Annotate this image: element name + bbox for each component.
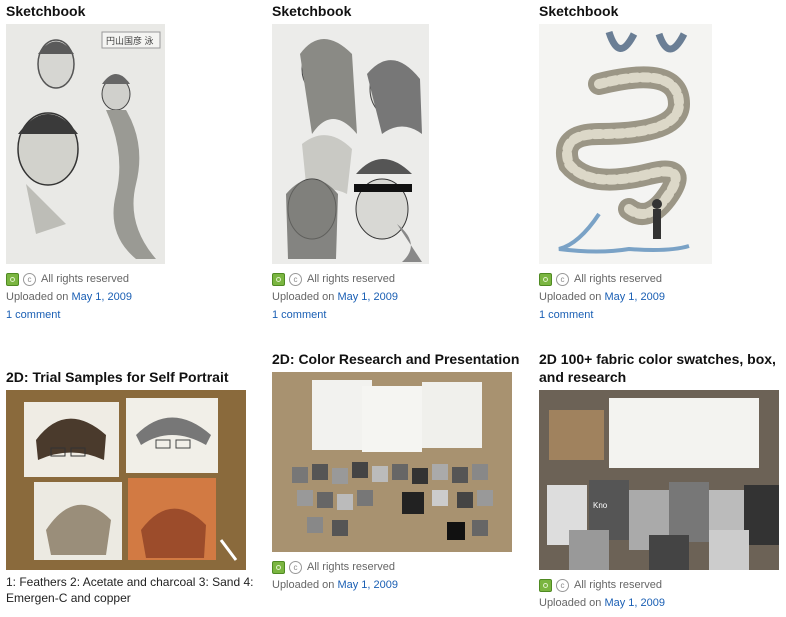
photo-title[interactable]: 2D: Color Research and Presentation [272, 350, 522, 368]
photo-card: 2D: Trial Samples for Self Portrait 1: F… [6, 368, 256, 606]
photo-card: Sketchbook c All rights reserved Uploade… [272, 2, 522, 324]
upload-date-link[interactable]: May 1, 2009 [604, 597, 665, 609]
public-license-icon[interactable] [272, 560, 285, 574]
uploaded-label: Uploaded on [539, 597, 602, 609]
upload-date-link[interactable]: May 1, 2009 [604, 291, 665, 303]
license-row: c All rights reserved [272, 558, 522, 576]
upload-date-link[interactable]: May 1, 2009 [71, 291, 132, 303]
upload-info: Uploaded on May 1, 2009 [539, 594, 784, 612]
comments-link[interactable]: 1 comment [539, 309, 593, 321]
photo-thumbnail[interactable] [6, 390, 246, 570]
upload-date-link[interactable]: May 1, 2009 [337, 579, 398, 591]
comments-link[interactable]: 1 comment [272, 309, 326, 321]
photo-thumbnail[interactable]: 円山国彦 泳 [6, 24, 165, 264]
svg-text:円山国彦 泳: 円山国彦 泳 [106, 35, 154, 46]
photo-title[interactable]: Sketchbook [539, 2, 786, 20]
photo-card: 2D 100+ fabric color swatches, box, and … [539, 350, 784, 612]
comments-row: 1 comment [6, 306, 256, 324]
copyright-icon: c [556, 578, 569, 592]
copyright-icon: c [289, 272, 302, 286]
copyright-icon: c [23, 272, 36, 286]
rights-text: All rights reserved [307, 273, 396, 285]
public-license-icon[interactable] [539, 578, 552, 592]
rights-text: All rights reserved [574, 273, 663, 285]
upload-info: Uploaded on May 1, 2009 [272, 576, 522, 594]
svg-text:Kno: Kno [593, 501, 608, 510]
photo-description: 1: Feathers 2: Acetate and charcoal 3: S… [6, 575, 254, 605]
copyright-icon: c [289, 560, 302, 574]
photo-thumbnail[interactable]: Kno [539, 390, 779, 570]
photo-title[interactable]: Sketchbook [272, 2, 522, 20]
license-row: c All rights reserved [6, 270, 256, 288]
upload-info: Uploaded on May 1, 2009 [6, 288, 256, 306]
photo-thumbnail[interactable] [272, 24, 429, 264]
upload-info: Uploaded on May 1, 2009 [539, 288, 786, 306]
photo-title[interactable]: 2D: Trial Samples for Self Portrait [6, 368, 256, 386]
uploaded-label: Uploaded on [539, 291, 602, 303]
rights-text: All rights reserved [574, 579, 663, 591]
comments-row: 1 comment [272, 306, 522, 324]
license-row: c All rights reserved [272, 270, 522, 288]
license-row: c All rights reserved [539, 270, 786, 288]
copyright-icon: c [556, 272, 569, 286]
upload-date-link[interactable]: May 1, 2009 [337, 291, 398, 303]
photo-card: Sketchbook c All rights reserved Uploade… [539, 2, 786, 324]
license-row: c All rights reserved [539, 576, 784, 594]
uploaded-label: Uploaded on [6, 291, 69, 303]
photo-card: Sketchbook 円山国彦 泳 c All rights reserved … [6, 2, 256, 324]
photo-thumbnail[interactable] [539, 24, 712, 264]
photo-title[interactable]: 2D 100+ fabric color swatches, box, and … [539, 350, 784, 386]
uploaded-label: Uploaded on [272, 291, 335, 303]
comments-link[interactable]: 1 comment [6, 309, 60, 321]
upload-info: Uploaded on May 1, 2009 [272, 288, 522, 306]
photo-card: 2D: Color Research and Presentation c Al… [272, 350, 522, 594]
comments-row: 1 comment [539, 306, 786, 324]
public-license-icon[interactable] [539, 272, 552, 286]
public-license-icon[interactable] [272, 272, 285, 286]
photo-title[interactable]: Sketchbook [6, 2, 256, 20]
rights-text: All rights reserved [307, 561, 396, 573]
public-license-icon[interactable] [6, 272, 19, 286]
photo-thumbnail[interactable] [272, 372, 512, 552]
uploaded-label: Uploaded on [272, 579, 335, 591]
rights-text: All rights reserved [41, 273, 130, 285]
